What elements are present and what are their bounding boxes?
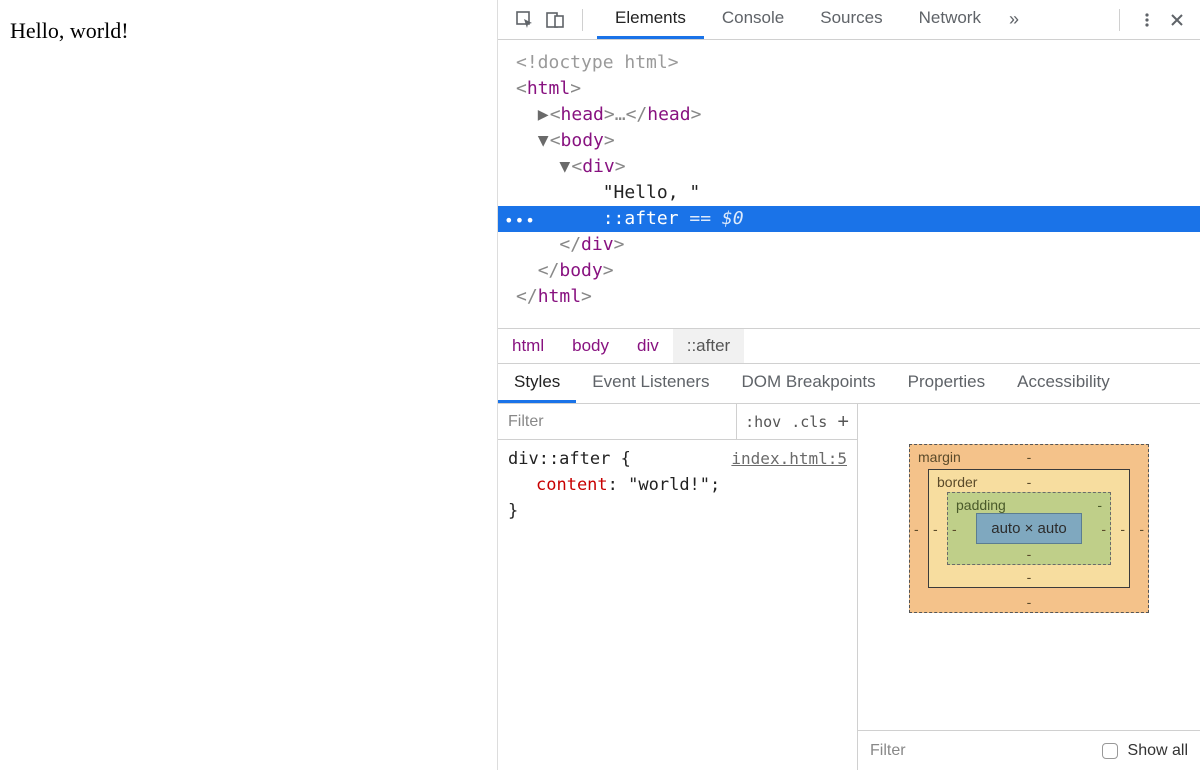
dom-node[interactable]: ▶<head>…</head>	[498, 102, 1200, 128]
styles-rules-pane: :hov .cls + index.html:5 div::after { co…	[498, 404, 858, 770]
css-rule[interactable]: index.html:5 div::after { content: "worl…	[498, 440, 857, 530]
devtools-toolbar: Elements Console Sources Network »	[498, 0, 1200, 40]
subtab-properties[interactable]: Properties	[892, 364, 1001, 403]
breadcrumb-item[interactable]: div	[623, 329, 673, 363]
rule-close-brace: }	[508, 501, 518, 521]
rule-value[interactable]: "world!"	[628, 475, 710, 495]
computed-pane: margin - - - - border - - - - padding	[858, 404, 1200, 770]
rule-property[interactable]: content	[536, 475, 608, 495]
dom-node[interactable]: </html>	[498, 284, 1200, 310]
subtab-event-listeners[interactable]: Event Listeners	[576, 364, 725, 403]
dom-node[interactable]: ▼<body>	[498, 128, 1200, 154]
inspect-icon[interactable]	[512, 7, 538, 33]
dom-node[interactable]: "Hello, "	[498, 180, 1200, 206]
box-model-diagram[interactable]: margin - - - - border - - - - padding	[858, 404, 1200, 730]
dom-node[interactable]: </div>	[498, 232, 1200, 258]
dom-node[interactable]: <html>	[498, 76, 1200, 102]
rule-source-link[interactable]: index.html:5	[731, 446, 847, 472]
boxmodel-margin-label: margin	[918, 449, 961, 465]
tab-sources[interactable]: Sources	[802, 0, 900, 39]
show-all-label: Show all	[1128, 742, 1188, 760]
dom-node[interactable]: <!doctype html>	[498, 50, 1200, 76]
styles-filter-row: :hov .cls +	[498, 404, 857, 440]
dom-node[interactable]: </body>	[498, 258, 1200, 284]
dom-node[interactable]: ••• ::after == $0	[498, 206, 1200, 232]
page-text: Hello, world!	[10, 18, 129, 43]
breadcrumb-item[interactable]: html	[498, 329, 558, 363]
show-all-checkbox[interactable]	[1102, 743, 1118, 759]
computed-filter-bar: Show all	[858, 730, 1200, 770]
tab-elements[interactable]: Elements	[597, 0, 704, 39]
boxmodel-padding-label: padding	[956, 497, 1006, 513]
computed-filter-input[interactable]	[870, 742, 1092, 760]
dom-node[interactable]: ▼<div>	[498, 154, 1200, 180]
devtools-panel: Elements Console Sources Network » <!doc…	[498, 0, 1200, 770]
more-tabs-icon[interactable]: »	[1003, 9, 1025, 30]
toolbar-separator	[582, 9, 583, 31]
breadcrumb-item[interactable]: body	[558, 329, 623, 363]
new-rule-icon[interactable]: +	[837, 412, 849, 432]
rule-selector: div::after {	[508, 449, 631, 469]
subtab-accessibility[interactable]: Accessibility	[1001, 364, 1126, 403]
hov-toggle[interactable]: :hov	[745, 413, 781, 431]
tab-console[interactable]: Console	[704, 0, 802, 39]
subtab-dom-breakpoints[interactable]: DOM Breakpoints	[725, 364, 891, 403]
rendered-page: Hello, world!	[0, 0, 498, 770]
close-icon[interactable]	[1164, 7, 1190, 33]
subtab-styles[interactable]: Styles	[498, 364, 576, 403]
toolbar-separator	[1119, 9, 1120, 31]
styles-subtabs: StylesEvent ListenersDOM BreakpointsProp…	[498, 364, 1200, 404]
tab-network[interactable]: Network	[901, 0, 999, 39]
kebab-menu-icon[interactable]	[1134, 7, 1160, 33]
devtools-tabs: Elements Console Sources Network	[597, 0, 999, 39]
breadcrumb-item[interactable]: ::after	[673, 329, 744, 363]
boxmodel-content: auto × auto	[976, 513, 1081, 544]
styles-filter-input[interactable]	[498, 404, 736, 439]
elements-dom-tree[interactable]: <!doctype html><html> ▶<head>…</head> ▼<…	[498, 40, 1200, 328]
boxmodel-border-label: border	[937, 474, 977, 490]
breadcrumb: htmlbodydiv::after	[498, 328, 1200, 364]
cls-toggle[interactable]: .cls	[791, 413, 827, 431]
styles-area: :hov .cls + index.html:5 div::after { co…	[498, 404, 1200, 770]
device-toggle-icon[interactable]	[542, 7, 568, 33]
styles-filter-buttons: :hov .cls +	[736, 404, 857, 439]
